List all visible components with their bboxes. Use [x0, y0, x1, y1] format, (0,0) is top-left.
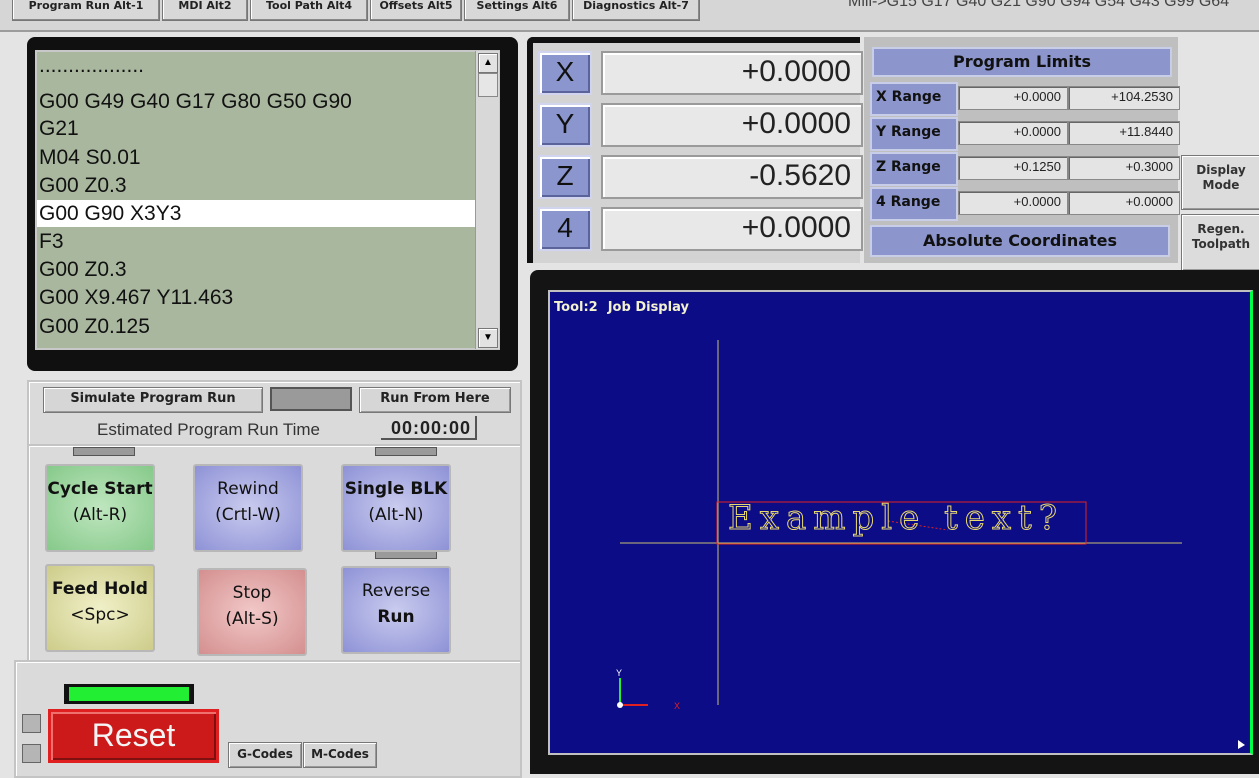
option-checkbox[interactable]: [22, 744, 41, 763]
tab-mdi[interactable]: MDI Alt2: [162, 0, 248, 21]
x-range-label: X Range: [870, 82, 958, 116]
modal-status-line: Mill->G15 G17 G40 G21 G90 G94 G54 G43 G9…: [848, 0, 1230, 10]
scroll-up-icon[interactable]: ▲: [478, 53, 498, 73]
stop-label: Stop: [232, 583, 272, 603]
x-range-max: +104.2530: [1068, 86, 1180, 110]
rewind-button[interactable]: Rewind (Crtl-W): [193, 464, 303, 552]
scroll-down-icon[interactable]: ▼: [478, 328, 498, 348]
gcode-line[interactable]: G00 Z0.3: [37, 256, 480, 283]
z-range-max: +0.3000: [1068, 156, 1180, 180]
stop-button[interactable]: Stop (Alt-S): [197, 568, 307, 656]
y-range-label: Y Range: [870, 117, 958, 151]
origin-marker: [617, 702, 623, 708]
y-range-min: +0.0000: [958, 121, 1068, 145]
4-range-label: 4 Range: [870, 187, 958, 221]
cycle-start-led: [73, 447, 135, 456]
z-range-min: +0.1250: [958, 156, 1068, 180]
single-blk-label: Single BLK: [344, 479, 448, 499]
regen-toolpath-button[interactable]: Regen. Toolpath: [1181, 214, 1259, 271]
axis-z-button[interactable]: Z: [538, 155, 592, 199]
gcode-scrollbar[interactable]: ▲ ▼: [475, 51, 499, 349]
cycle-start-button[interactable]: Cycle Start (Alt-R): [45, 464, 155, 552]
reset-button[interactable]: Reset: [48, 709, 219, 763]
dro-panel: X +0.0000 Y +0.0000 Z -0.5620 4 +0.0000: [527, 37, 863, 263]
gcode-line-current[interactable]: G00 G90 X3Y3: [37, 200, 480, 227]
feed-hold-label: Feed Hold: [52, 579, 148, 599]
cycle-start-label: Cycle Start: [47, 479, 153, 499]
gcode-line[interactable]: G00 G49 G40 G17 G80 G50 G90: [37, 88, 480, 115]
tab-program-run[interactable]: Program Run Alt-1: [12, 0, 160, 21]
single-blk-led: [375, 447, 437, 456]
corner-marker-icon: [1238, 740, 1245, 749]
program-limits-title: Program Limits: [872, 47, 1172, 77]
gcode-line[interactable]: G00 Z0.3: [37, 172, 480, 199]
axis-x-button[interactable]: X: [538, 51, 592, 95]
m-codes-button[interactable]: M-Codes: [303, 742, 377, 768]
run-from-here-button[interactable]: Run From Here: [359, 387, 511, 413]
gcode-line[interactable]: G00 Z0.125: [37, 313, 480, 340]
simulate-program-run-button[interactable]: Simulate Program Run: [43, 387, 263, 413]
reset-status-led: [69, 687, 189, 701]
z-range-label: Z Range: [870, 152, 958, 186]
dro-x-value[interactable]: +0.0000: [601, 51, 863, 95]
estimated-run-time-value: 00:00:00: [381, 416, 477, 440]
axis-y-label: Y: [616, 668, 622, 678]
dro-z-value[interactable]: -0.5620: [601, 155, 863, 199]
dro-4-value[interactable]: +0.0000: [601, 207, 863, 251]
gcode-line[interactable]: ..................: [37, 55, 480, 76]
reverse-run-button[interactable]: Reverse Run: [341, 566, 451, 654]
simulate-panel: Simulate Program Run Run From Here Estim…: [27, 380, 522, 446]
reverse-run-label-1: Reverse: [361, 581, 431, 601]
single-blk-shortcut: (Alt-N): [368, 505, 424, 525]
tab-tool-path[interactable]: Tool Path Alt4: [250, 0, 368, 21]
reset-led-frame: [64, 684, 194, 704]
scroll-thumb[interactable]: [478, 73, 498, 97]
tab-diagnostics[interactable]: Diagnostics Alt-7: [572, 0, 700, 21]
simulate-indicator: [270, 387, 352, 411]
axis-y-button[interactable]: Y: [538, 103, 592, 147]
toolpath-engraving-text: Example text?: [728, 498, 1064, 539]
tab-settings[interactable]: Settings Alt6: [464, 0, 570, 21]
stop-shortcut: (Alt-S): [225, 609, 279, 629]
gcode-line[interactable]: M04 S0.01: [37, 144, 480, 171]
y-range-max: +11.8440: [1068, 121, 1180, 145]
axis-4-button[interactable]: 4: [538, 207, 592, 251]
display-mode-button[interactable]: Display Mode: [1181, 155, 1259, 210]
option-checkbox[interactable]: [22, 714, 41, 733]
cycle-start-shortcut: (Alt-R): [72, 505, 128, 525]
cycle-control-panel: Cycle Start (Alt-R) Rewind (Crtl-W) Sing…: [27, 444, 522, 662]
4-range-max: +0.0000: [1068, 191, 1180, 215]
tab-offsets[interactable]: Offsets Alt5: [370, 0, 462, 21]
rewind-label: Rewind: [217, 479, 279, 499]
gcode-line[interactable]: G21: [37, 115, 480, 142]
axis-x-label: X: [674, 701, 680, 711]
estimated-run-time-label: Estimated Program Run Time: [97, 420, 320, 439]
g-codes-button[interactable]: G-Codes: [228, 742, 302, 768]
single-block-button[interactable]: Single BLK (Alt-N): [341, 464, 451, 552]
gcode-line[interactable]: F3: [37, 228, 480, 255]
gcode-listing[interactable]: .................. G00 G49 G40 G17 G80 G…: [35, 50, 500, 350]
x-range-min: +0.0000: [958, 86, 1068, 110]
reverse-run-label-2: Run: [377, 607, 415, 627]
feed-hold-shortcut: <Spc>: [70, 605, 130, 625]
coordinate-mode-label: Absolute Coordinates: [870, 225, 1170, 257]
dro-y-value[interactable]: +0.0000: [601, 103, 863, 147]
rewind-shortcut: (Crtl-W): [215, 505, 281, 525]
feed-hold-button[interactable]: Feed Hold <Spc>: [45, 564, 155, 652]
tab-bar: Program Run Alt-1 MDI Alt2 Tool Path Alt…: [0, 0, 1259, 32]
4-range-min: +0.0000: [958, 191, 1068, 215]
gcode-line[interactable]: G00 X9.467 Y11.463: [37, 284, 480, 311]
